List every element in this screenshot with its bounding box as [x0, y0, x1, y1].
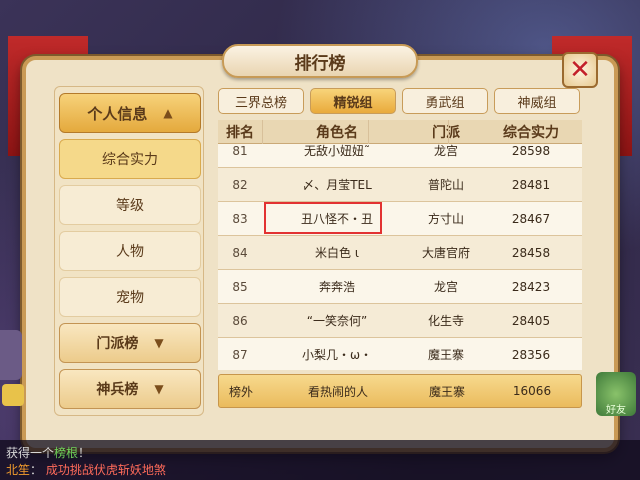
sidebar-personal-info[interactable]: 个人信息 ▲ — [59, 93, 201, 133]
group-tabs: 三界总榜 精锐组 勇武组 神威组 — [218, 88, 580, 116]
cell-name: 无敌小妞妞˜ — [303, 144, 370, 158]
cell-sect: 方寸山 — [427, 212, 464, 226]
cell-power: 28405 — [511, 313, 551, 328]
sidebar-item-label: 等级 — [116, 198, 144, 214]
table-row[interactable]: 87 小梨几・ω・ 魔王寨 28356 — [218, 338, 582, 370]
chat-item: 榜根 — [54, 446, 79, 460]
table-row[interactable]: 81 无敌小妞妞˜ 龙宫 28598 — [218, 144, 582, 168]
cell-sect: 龙宫 — [433, 280, 458, 294]
cell-power: 28481 — [511, 177, 551, 192]
table-row[interactable]: 85 奔奔浩 龙宫 28423 — [218, 270, 582, 304]
friend-button[interactable]: 好友 — [596, 372, 636, 416]
cell-sect: 龙宫 — [433, 144, 458, 158]
sidebar-item-character[interactable]: 人物 — [59, 231, 201, 271]
cell-rank: 82 — [232, 177, 248, 192]
chevron-down-icon: ▼ — [154, 382, 164, 396]
cell-rank: 86 — [232, 313, 248, 328]
sidebar-sect-rank[interactable]: 门派榜 ▼ — [59, 323, 201, 363]
cell-sect: 化生寺 — [427, 314, 464, 328]
chevron-down-icon: ▼ — [154, 336, 164, 350]
cell-power: 28467 — [511, 211, 551, 226]
chat-icon[interactable] — [2, 384, 24, 406]
tab-divine[interactable]: 神威组 — [494, 88, 580, 114]
cell-name: “一笑奈何” — [306, 314, 368, 328]
sidebar-item-label: 宠物 — [116, 290, 144, 306]
table-row-highlighted[interactable]: 83 丑八怪不・丑 方寸山 28467 — [218, 202, 582, 236]
cell-name: 看热闹的人 — [307, 384, 368, 399]
sidebar-item-level[interactable]: 等级 — [59, 185, 201, 225]
table-row[interactable]: 84 米白色 ι 大唐官府 28458 — [218, 236, 582, 270]
table-header: 排名 角色名 门派 综合实力 — [218, 120, 582, 144]
table-body: 81 无敌小妞妞˜ 龙宫 28598 82 〆、月莹TEL 普陀山 28481 … — [218, 144, 582, 370]
close-icon: ✕ — [569, 55, 591, 85]
chat-text: 成功挑战伏虎斩妖地煞 — [45, 463, 166, 477]
chat-message: 获得一个榜根！ — [6, 444, 90, 461]
sidebar: 个人信息 ▲ 综合实力 等级 人物 宠物 门派榜 ▼ 神兵榜 ▼ — [54, 86, 204, 416]
cell-rank: 84 — [232, 245, 248, 260]
cell-rank: 83 — [232, 211, 248, 226]
sidebar-weapon-rank[interactable]: 神兵榜 ▼ — [59, 369, 201, 409]
sidebar-item-label: 门派榜 — [96, 336, 139, 352]
cell-sect: 大唐官府 — [421, 246, 470, 260]
table-row[interactable]: 86 “一笑奈何” 化生寺 28405 — [218, 304, 582, 338]
cell-rank: 85 — [232, 279, 248, 294]
tab-brave[interactable]: 勇武组 — [402, 88, 488, 114]
cell-sect: 魔王寨 — [428, 384, 465, 399]
sidebar-item-label: 综合实力 — [102, 152, 158, 168]
chat-message: 北笙： 成功挑战伏虎斩妖地煞 — [6, 463, 166, 477]
cell-name: 小梨几・ω・ — [301, 348, 373, 362]
highlight-box — [264, 202, 382, 234]
header-name: 角色名 — [316, 124, 358, 141]
friend-label: 好友 — [606, 405, 626, 416]
table-row[interactable]: 82 〆、月莹TEL 普陀山 28481 — [218, 168, 582, 202]
chat-text: 获得一个 — [6, 446, 55, 460]
my-rank-row[interactable]: 榜外 看热闹的人 魔王寨 16066 — [218, 374, 582, 408]
cell-rank: 81 — [232, 144, 248, 158]
ranking-table: 排名 角色名 门派 综合实力 81 无敌小妞妞˜ 龙宫 28598 82 〆、月… — [218, 120, 582, 410]
cell-rank: 87 — [232, 347, 248, 362]
tab-three-realms[interactable]: 三界总榜 — [218, 88, 304, 114]
chat-bar[interactable]: 获得一个榜根！ 北笙： 成功挑战伏虎斩妖地煞 — [0, 440, 640, 480]
sidebar-item-overall[interactable]: 综合实力 — [59, 139, 201, 179]
cell-rank: 榜外 — [228, 384, 253, 399]
avatar-edge[interactable] — [0, 330, 22, 380]
close-button[interactable]: ✕ — [562, 52, 598, 88]
sidebar-item-label: 个人信息 — [87, 104, 148, 123]
header-power: 综合实力 — [503, 124, 559, 141]
tab-elite[interactable]: 精锐组 — [310, 88, 396, 114]
cell-name: 奔奔浩 — [318, 280, 355, 294]
sidebar-item-pet[interactable]: 宠物 — [59, 277, 201, 317]
cell-power: 28598 — [511, 144, 551, 158]
chat-name: 北笙 — [6, 463, 31, 477]
cell-power: 28458 — [511, 245, 551, 260]
cell-name: 〆、月莹TEL — [302, 178, 372, 192]
window-title: 排行榜 — [222, 44, 418, 78]
sidebar-item-label: 神兵榜 — [96, 382, 139, 398]
sidebar-item-label: 人物 — [116, 244, 144, 260]
chat-text: ！ — [78, 446, 91, 460]
cell-sect: 普陀山 — [427, 178, 464, 192]
cell-power: 28423 — [511, 279, 551, 294]
cell-power: 16066 — [512, 384, 552, 398]
cell-name: 米白色 ι — [315, 246, 359, 260]
cell-power: 28356 — [511, 347, 551, 362]
header-rank: 排名 — [226, 124, 254, 141]
cell-sect: 魔王寨 — [427, 348, 464, 362]
chevron-up-icon: ▲ — [163, 106, 173, 120]
header-sect: 门派 — [432, 124, 460, 141]
